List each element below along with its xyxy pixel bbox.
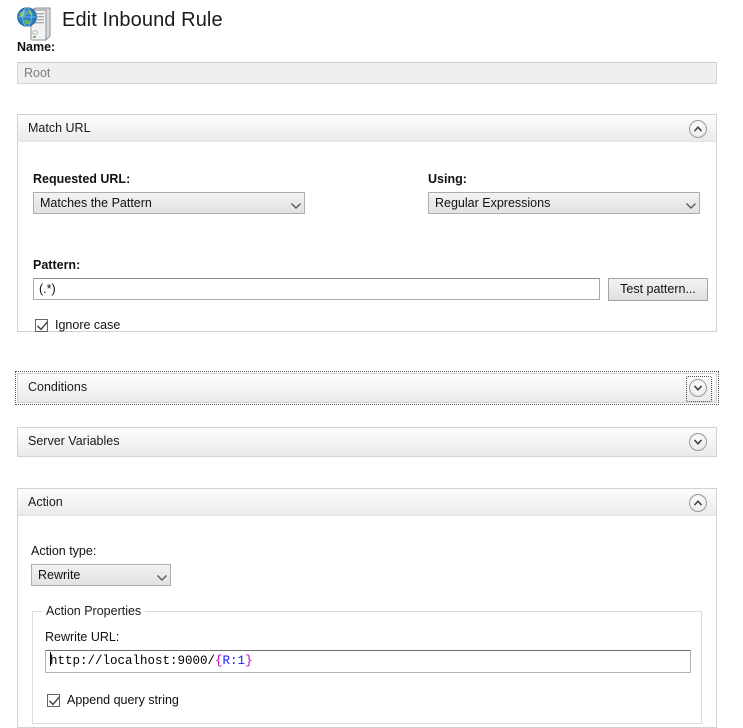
- requested-url-label: Requested URL:: [33, 172, 131, 186]
- section-title-server-variables: Server Variables: [28, 434, 120, 448]
- ignore-case-label: Ignore case: [55, 318, 121, 332]
- chevron-up-icon[interactable]: [689, 494, 707, 512]
- section-header-action[interactable]: Action: [18, 489, 716, 516]
- section-title-action: Action: [28, 495, 63, 509]
- section-header-server-variables[interactable]: Server Variables: [18, 428, 716, 456]
- section-server-variables[interactable]: Server Variables: [17, 427, 717, 457]
- dialog-header: Edit Inbound Rule: [0, 0, 743, 44]
- section-body-action: Action type: Rewrite Action Properties R…: [18, 516, 716, 728]
- ignore-case-checkbox[interactable]: Ignore case: [35, 318, 120, 332]
- chevron-down-icon[interactable]: [689, 433, 707, 451]
- rewrite-url-token-backreference: R:1: [222, 654, 246, 668]
- section-match-url: Match URL Requested URL: Matches the Pat…: [17, 114, 717, 332]
- action-properties-groupbox: Action Properties Rewrite URL: http://lo…: [32, 604, 702, 724]
- test-pattern-button[interactable]: Test pattern...: [608, 278, 708, 301]
- section-title-match-url: Match URL: [28, 121, 91, 135]
- rewrite-url-input[interactable]: http://localhost:9000/{R:1}: [45, 650, 691, 673]
- append-query-string-checkbox[interactable]: Append query string: [47, 693, 179, 707]
- server-globe-icon: [16, 7, 54, 43]
- chevron-up-icon[interactable]: [689, 120, 707, 138]
- section-header-conditions[interactable]: Conditions: [18, 374, 716, 402]
- rewrite-url-token-close-brace: }: [245, 654, 253, 668]
- append-query-string-label: Append query string: [67, 693, 179, 707]
- using-select[interactable]: Regular Expressions: [428, 192, 700, 214]
- section-title-conditions: Conditions: [28, 380, 88, 394]
- chevron-down-icon[interactable]: [686, 376, 712, 402]
- action-properties-title: Action Properties: [42, 604, 146, 618]
- rewrite-url-label: Rewrite URL:: [45, 630, 120, 644]
- section-action: Action Action type: Rewrite Action Prope…: [17, 488, 717, 728]
- rewrite-url-value-plain: http://localhost:9000/: [50, 654, 216, 668]
- name-input[interactable]: [17, 62, 717, 84]
- action-type-select[interactable]: Rewrite: [31, 564, 171, 586]
- using-label: Using:: [428, 172, 467, 186]
- rewrite-url-token-open-brace: {: [215, 654, 223, 668]
- name-label: Name:: [17, 40, 56, 54]
- pattern-label: Pattern:: [33, 258, 81, 272]
- pattern-input[interactable]: [33, 278, 600, 300]
- action-type-label: Action type:: [31, 544, 97, 558]
- page-title: Edit Inbound Rule: [62, 9, 223, 31]
- requested-url-select[interactable]: Matches the Pattern: [33, 192, 305, 214]
- checkbox-box: [47, 693, 60, 707]
- section-conditions[interactable]: Conditions: [15, 371, 719, 405]
- checkbox-box: [35, 318, 48, 332]
- section-header-match-url[interactable]: Match URL: [18, 115, 716, 142]
- section-body-match-url: Requested URL: Matches the Pattern Using…: [18, 142, 716, 332]
